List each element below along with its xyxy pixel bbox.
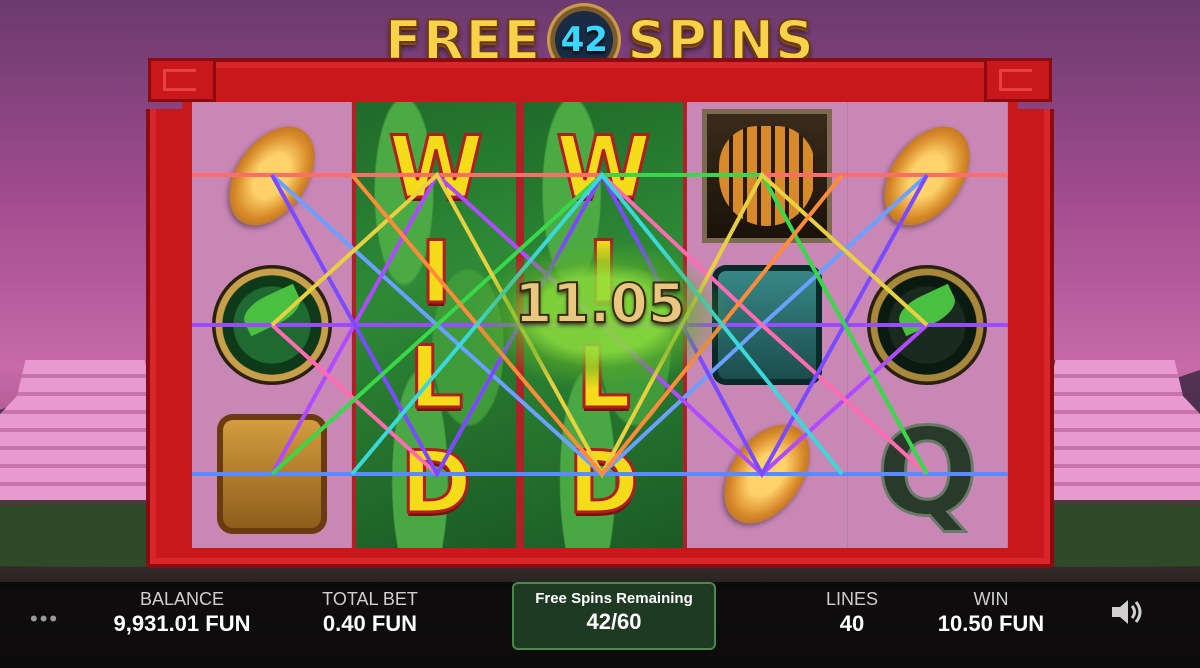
menu-button[interactable]: ••• <box>30 606 59 632</box>
reel-5: Q <box>848 102 1009 548</box>
win-value: 10.50 FUN <box>937 611 1045 636</box>
tiger-symbol <box>701 109 832 244</box>
win-amount-overlay: 11.05 <box>514 271 687 336</box>
tiger-icon <box>701 109 832 244</box>
reel-1 <box>192 102 353 548</box>
win-display: WIN 10.50 FUN <box>926 588 1056 638</box>
green-leaf-medal-symbol <box>207 260 337 390</box>
frame-cap-right <box>984 58 1052 102</box>
lines-display: LINES 40 <box>800 588 904 638</box>
gold-coin-symbol <box>702 408 832 539</box>
wild-letter: W <box>387 117 485 218</box>
speaker-icon[interactable] <box>1106 592 1146 632</box>
balance-label: BALANCE <box>139 589 225 609</box>
wild-letter: I <box>419 222 454 323</box>
letter-q: Q <box>875 403 980 543</box>
gold-coin-symbol <box>862 111 992 242</box>
golden-mask-icon <box>216 413 327 534</box>
gold-coin-icon <box>867 111 988 242</box>
lines-label: LINES <box>825 589 879 609</box>
free-spins-remaining-label: Free Spins Remaining <box>535 590 693 607</box>
wild-letter: W <box>555 117 653 218</box>
leaf-medal-icon <box>867 264 988 385</box>
wild-letter: L <box>407 327 465 428</box>
wild-letter: D <box>566 432 640 533</box>
gold-coin-symbol <box>207 111 337 242</box>
dark-leaf-medal-symbol <box>862 260 992 390</box>
free-spins-remaining-value: 42/60 <box>586 609 642 634</box>
win-label: WIN <box>973 589 1009 609</box>
total-bet-label: TOTAL BET <box>322 589 418 609</box>
bottom-status-bar: ••• BALANCE 9,931.01 FUN TOTAL BET 0.40 … <box>0 582 1200 668</box>
leaf-medal-icon <box>211 264 332 385</box>
gold-coin-icon <box>211 111 332 242</box>
gold-coin-icon <box>706 408 828 539</box>
golden-mask-symbol <box>207 409 337 539</box>
total-bet-display[interactable]: TOTAL BET 0.40 FUN <box>290 588 450 638</box>
total-bet-value: 0.40 FUN <box>322 611 418 636</box>
free-spins-remaining-box: Free Spins Remaining 42/60 <box>512 582 716 650</box>
lines-value: 40 <box>839 611 865 636</box>
spins-count-number: 42 <box>560 20 608 60</box>
balance-value: 9,931.01 FUN <box>113 611 251 636</box>
balance-display: BALANCE 9,931.01 FUN <box>100 588 264 638</box>
letter-q-symbol: Q <box>862 409 992 539</box>
frame-cap-left <box>148 58 216 102</box>
wild-letter: D <box>399 432 473 533</box>
